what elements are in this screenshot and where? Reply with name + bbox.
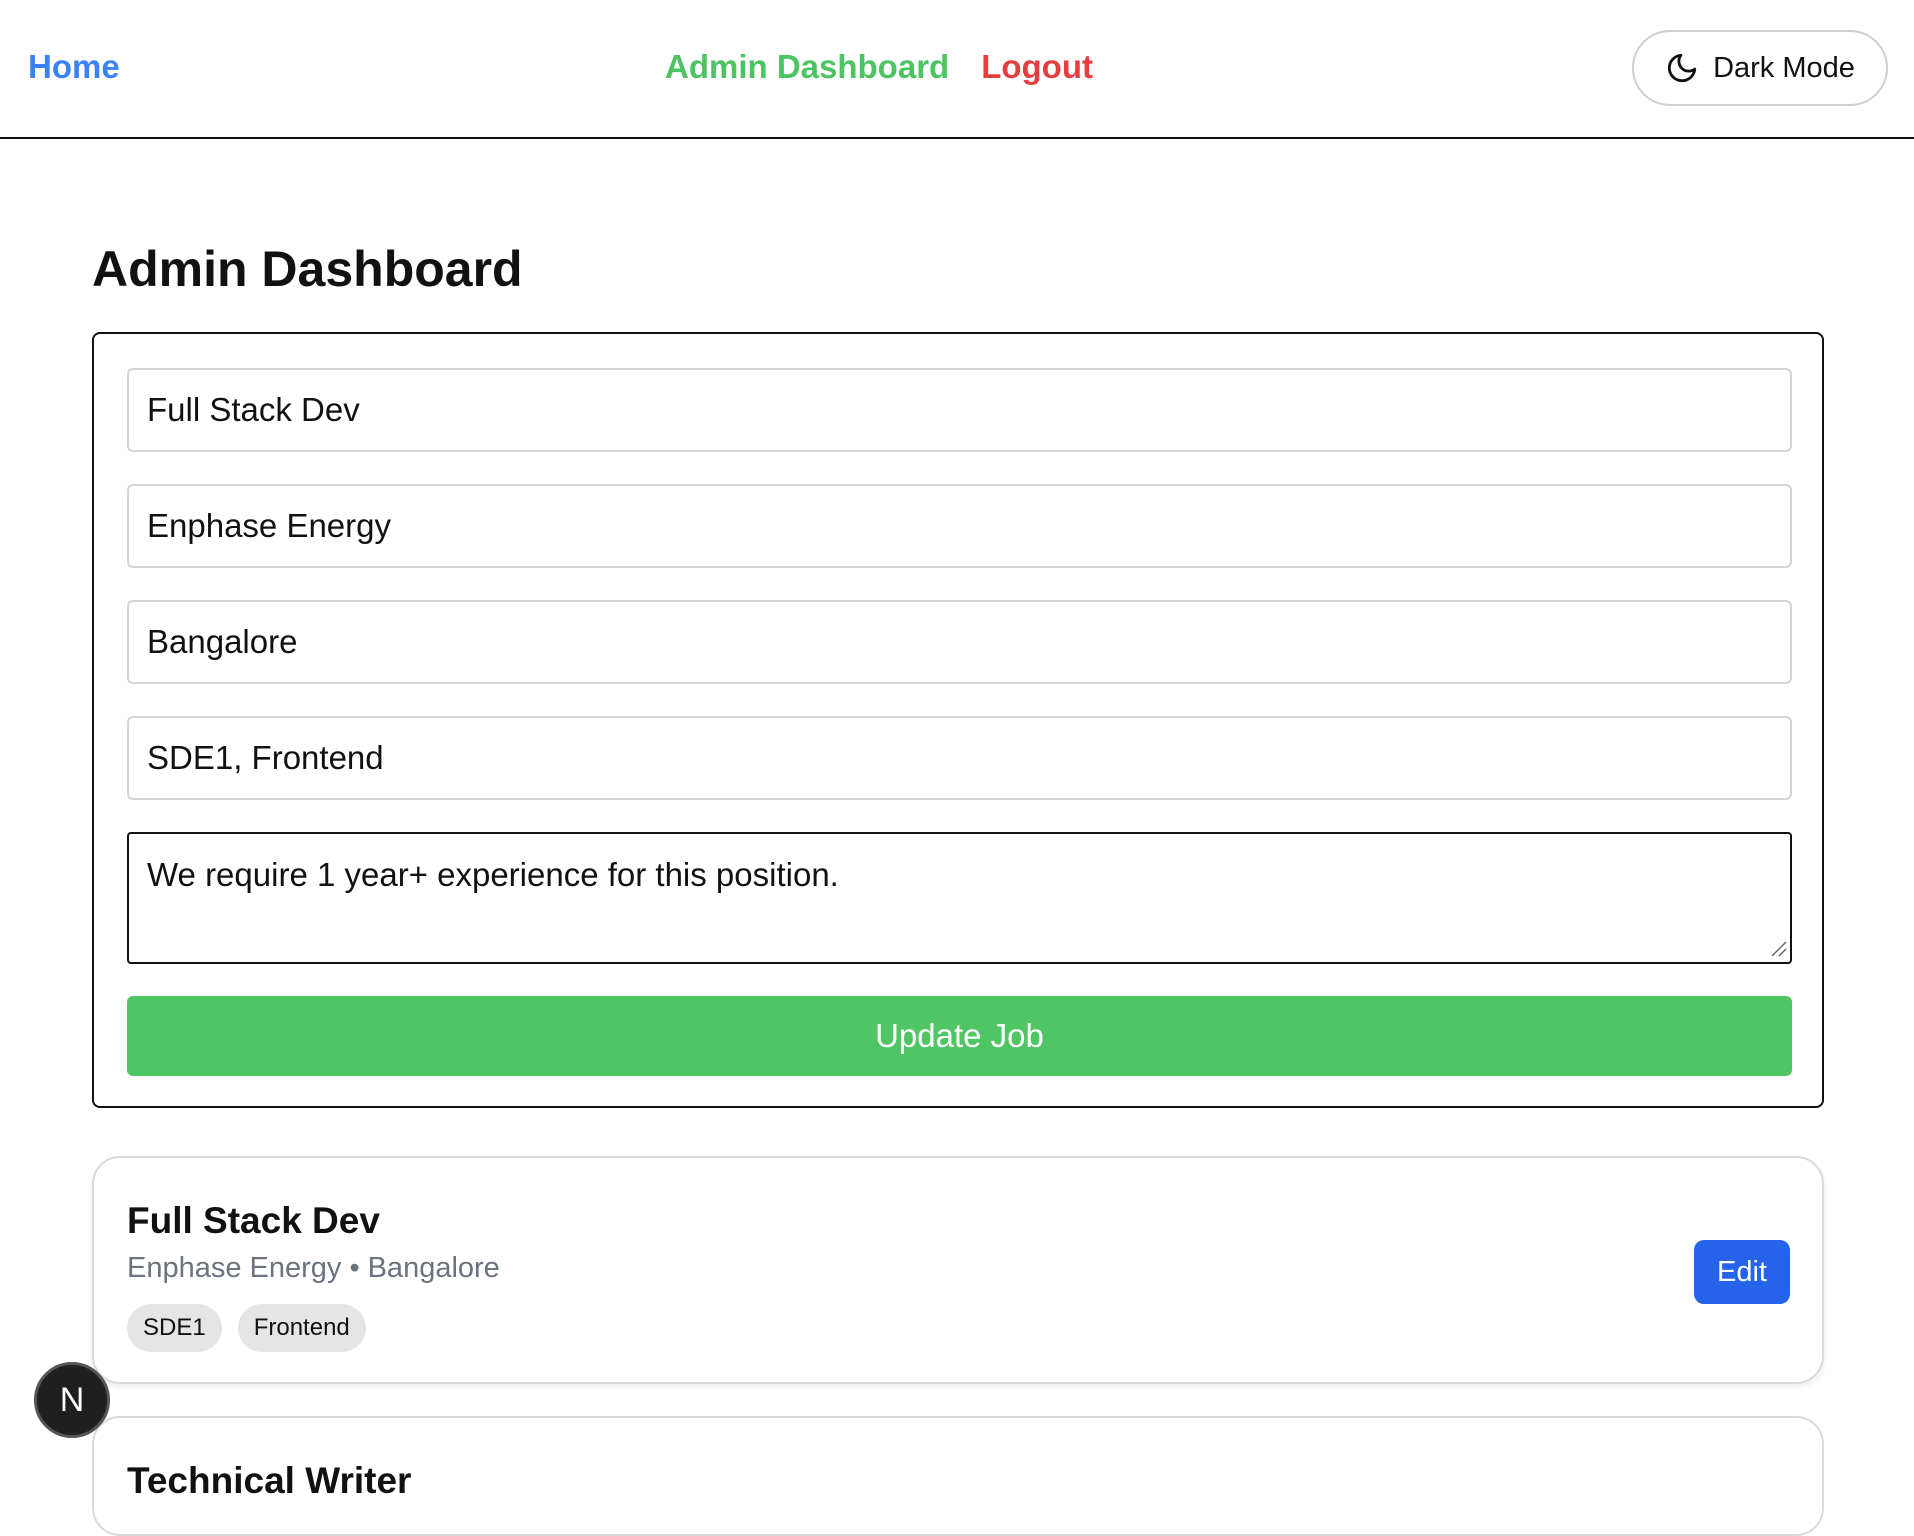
job-company: Enphase Energy — [127, 1252, 342, 1284]
top-navbar: Home Admin Dashboard Logout Dark Mode — [0, 0, 1914, 139]
moon-icon — [1668, 53, 1697, 83]
job-title-input[interactable] — [127, 368, 1792, 452]
dark-mode-toggle[interactable]: Dark Mode — [1632, 30, 1888, 106]
edit-job-button[interactable]: Edit — [1694, 1240, 1790, 1304]
job-title: Technical Writer — [127, 1460, 412, 1501]
job-meta: Enphase Energy • Bangalore — [127, 1252, 500, 1285]
dark-mode-label: Dark Mode — [1713, 51, 1855, 84]
tag-badge: Frontend — [237, 1304, 366, 1352]
job-card: Full Stack Dev Enphase Energy • Bangalor… — [92, 1156, 1824, 1384]
job-tags: SDE1 Frontend — [127, 1304, 366, 1352]
nav-admin-dashboard-link[interactable]: Admin Dashboard — [665, 48, 949, 86]
location-input[interactable] — [127, 600, 1792, 684]
job-card: Technical Writer — [92, 1416, 1824, 1536]
tags-input[interactable] — [127, 716, 1792, 800]
page-title: Admin Dashboard — [92, 241, 523, 297]
meta-separator: • — [349, 1252, 360, 1284]
description-textarea[interactable]: We require 1 year+ experience for this p… — [127, 832, 1792, 964]
nav-home-link[interactable]: Home — [28, 48, 120, 86]
update-job-button[interactable]: Update Job — [127, 996, 1792, 1076]
tag-badge: SDE1 — [127, 1304, 222, 1352]
job-location: Bangalore — [367, 1252, 500, 1284]
resize-handle-icon[interactable] — [1768, 938, 1788, 958]
nav-logout-link[interactable]: Logout — [981, 48, 1093, 86]
job-title: Full Stack Dev — [127, 1200, 380, 1241]
job-form: We require 1 year+ experience for this p… — [92, 332, 1824, 1108]
nav-center-links: Admin Dashboard Logout — [665, 48, 1093, 86]
company-input[interactable] — [127, 484, 1792, 568]
nextjs-dev-badge[interactable]: N — [34, 1362, 110, 1438]
